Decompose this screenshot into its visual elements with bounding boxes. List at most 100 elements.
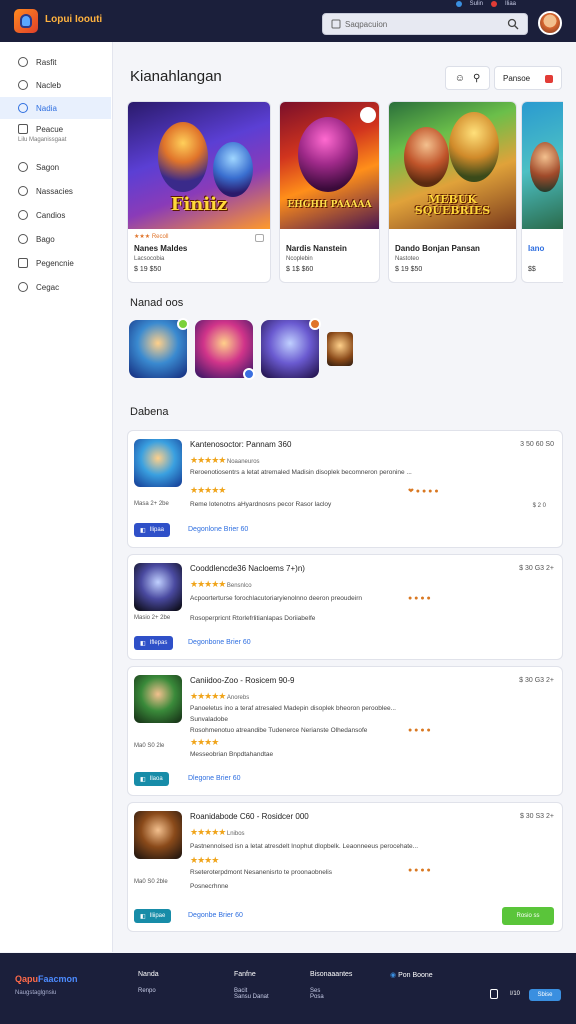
footer-column: Nanda Renpo (138, 971, 159, 994)
list-item-desc-2: Rosohmenotuo atreandibe Tudenerce Nerian… (190, 727, 368, 734)
section-heading: Nanad oos (130, 297, 184, 309)
page-title: Kianahlangan (130, 68, 222, 85)
footer-logo[interactable]: QapuFaacmon (15, 974, 78, 984)
game-artwork: Finiiz (128, 102, 270, 229)
footer-badge-button[interactable]: Sbise (529, 989, 561, 1001)
list-item-meta: $ 30 G3 2+ (519, 565, 554, 572)
sidebar-item-label: Cegac (36, 282, 60, 292)
monitor-icon (18, 124, 28, 134)
get-button[interactable]: Rosio ss (502, 907, 554, 925)
featured-card[interactable]: MEBUK SQUEBRIES Dando Bonjan Pansan Nast… (388, 101, 517, 283)
rating-stars: ★★★★★ Anorebs (190, 691, 250, 701)
favorite-icon[interactable] (360, 107, 376, 123)
sidebar-item-rasfit[interactable]: Rasfit (0, 51, 111, 73)
game-icon-tile[interactable] (327, 332, 353, 366)
list-item-meta-2: $ 2 0 (532, 503, 546, 509)
sidebar-item-label: Nassacies (36, 186, 73, 196)
download-link[interactable]: Degonlone Brier 60 (188, 526, 248, 533)
list-item-desc-3: Messeobrian Bnpdtahandtae (190, 751, 274, 758)
list-item-date: Masa 2+ 2be (134, 501, 169, 507)
footer-link[interactable]: Sansu Danat (234, 994, 269, 1000)
compass-icon (18, 103, 28, 113)
list-item-desc-1b: Sunvaladobe (190, 716, 228, 723)
sidebar-item-nassacies[interactable]: Nassacies (0, 180, 111, 202)
pill-icon: ◧ (140, 527, 146, 534)
featured-card[interactable]: Iano $$ (521, 101, 563, 283)
search-bar[interactable]: Saqpacuion (322, 13, 528, 35)
app-name: Lopui Ioouti (45, 14, 103, 25)
platform-pill[interactable]: ◧ Iliipae (134, 909, 172, 923)
toolbar-icon-group: ☺ ⚲ (445, 66, 490, 90)
card-title: Iano (528, 244, 545, 253)
pill-icon: ◧ (140, 776, 146, 783)
list-item-title: Roanidabode C60 - Rosidcer 000 (190, 812, 309, 821)
reaction-icons: ● ● ● ● (408, 727, 431, 734)
list-item-desc: Reroenotiosentrs a letat atremaled Madis… (190, 469, 412, 476)
section-heading: Dabena (130, 406, 169, 418)
top-mini-label-1: Sulin (469, 1, 483, 7)
list-item-date: Masio 2+ 2be (134, 615, 171, 621)
card-title: Dando Bonjan Pansan (395, 244, 480, 253)
rating-stars: ★★★★★ Lnibos (190, 827, 245, 837)
toolbar-button[interactable]: Pansoe (494, 66, 562, 90)
download-link[interactable]: Degonbone Brier 60 (188, 639, 251, 646)
gear-icon (18, 282, 28, 292)
game-icon-row (129, 318, 353, 380)
list-item[interactable]: Caniidoo-Zoo - Rosicem 90-9 ★★★★★ Anoreb… (127, 666, 563, 796)
footer-link[interactable]: Renpo (138, 988, 159, 994)
rating-stars: ★★★★★ Noaaneuros (190, 455, 260, 465)
status-dot-icon (455, 1, 462, 7)
download-link[interactable]: Degonbe Brier 60 (188, 912, 243, 919)
sidebar-item-sagon[interactable]: Sagon (0, 156, 111, 178)
platform-pill[interactable]: ◧ Ilipaa (134, 523, 171, 537)
sidebar-item-pegencnie[interactable]: Pegencnie (0, 252, 111, 274)
sidebar-item-nadia[interactable]: Nadia (0, 97, 111, 119)
art-title: EHGHH PAAAAA (287, 200, 372, 210)
featured-card[interactable]: EHGHH PAAAAA Nardis Nanstein Ncoplebin $… (279, 101, 380, 283)
featured-card[interactable]: Finiiz ★★★ Recoll Nanes Maldes Lacsocobi… (127, 101, 271, 283)
platform-pill[interactable]: ◧ Iflepas (134, 636, 174, 650)
sidebar-item-nacleb[interactable]: Nacleb (0, 74, 111, 96)
sidebar-subcaption: Lilu Maganissgaat (18, 137, 67, 143)
footer-link[interactable]: Posa (310, 994, 352, 1000)
card-price: $$ (528, 266, 536, 273)
platform-pill[interactable]: ◧ Ilaoa (134, 772, 169, 786)
list-item-desc: Pastnennolsed isn a letat atresdelt Inop… (190, 843, 419, 850)
sidebar-item-label: Rasfit (36, 57, 57, 67)
sidebar-item-label: Peacue (36, 124, 64, 134)
avatar[interactable] (538, 11, 562, 35)
chat-icon[interactable]: ☺ (455, 73, 465, 84)
game-icon-tile[interactable] (195, 320, 255, 380)
game-icon-tile[interactable] (129, 318, 189, 378)
app-logo[interactable] (14, 9, 38, 33)
game-icon-tile[interactable] (261, 318, 321, 378)
list-item[interactable]: Roanidabode C60 - Rosidcer 000 ★★★★★ Lni… (127, 802, 563, 932)
download-link[interactable]: Dlegone Brier 60 (188, 775, 241, 782)
sidebar-item-candios[interactable]: Candios (0, 204, 111, 226)
bookmark-icon[interactable] (255, 234, 264, 242)
search-icon (331, 19, 341, 29)
list-item-desc-2: Rseteroterpdmont Nesanenisrto te proonao… (190, 869, 333, 876)
card-price: $ 19 $50 (134, 266, 162, 273)
grid-icon (18, 80, 28, 90)
sidebar-item-label: Sagon (36, 162, 60, 172)
footer-column: Bisonaaantes Ses Posa (310, 971, 353, 1000)
rating-stars-2: ★★★★★ (190, 485, 226, 495)
rating-stars-2: ★★★★ (190, 855, 219, 865)
footer-link[interactable]: ◉ Pon Boone (390, 971, 433, 979)
list-item-meta: $ 30 G3 2+ (519, 677, 554, 684)
magnifier-icon[interactable] (507, 18, 519, 30)
sidebar-item-cegac[interactable]: Cegac (0, 276, 111, 298)
list-item-desc: Panoeletus ino a teraf atresaled Madepin… (190, 705, 396, 712)
search-input[interactable]: Saqpacuion (345, 20, 387, 29)
footer-column: ◉ Pon Boone (390, 971, 433, 989)
list-item[interactable]: Kantenosoctor: Pannam 360 ★★★★★ Noaaneur… (127, 430, 563, 548)
list-item[interactable]: Cooddlencde36 Nacloems 7+)n) ★★★★★ Bensn… (127, 554, 563, 660)
sidebar-item-bago[interactable]: Bago (0, 228, 111, 250)
pill-icon: ◧ (140, 640, 146, 647)
card-subtitle: Lacsocobia (134, 256, 165, 262)
filter-icon[interactable]: ⚲ (473, 73, 480, 84)
sidebar-item-label: Nacleb (36, 80, 61, 90)
globe-icon: ◉ (390, 972, 397, 979)
reaction-icons: ● ● ● ● (408, 867, 431, 874)
